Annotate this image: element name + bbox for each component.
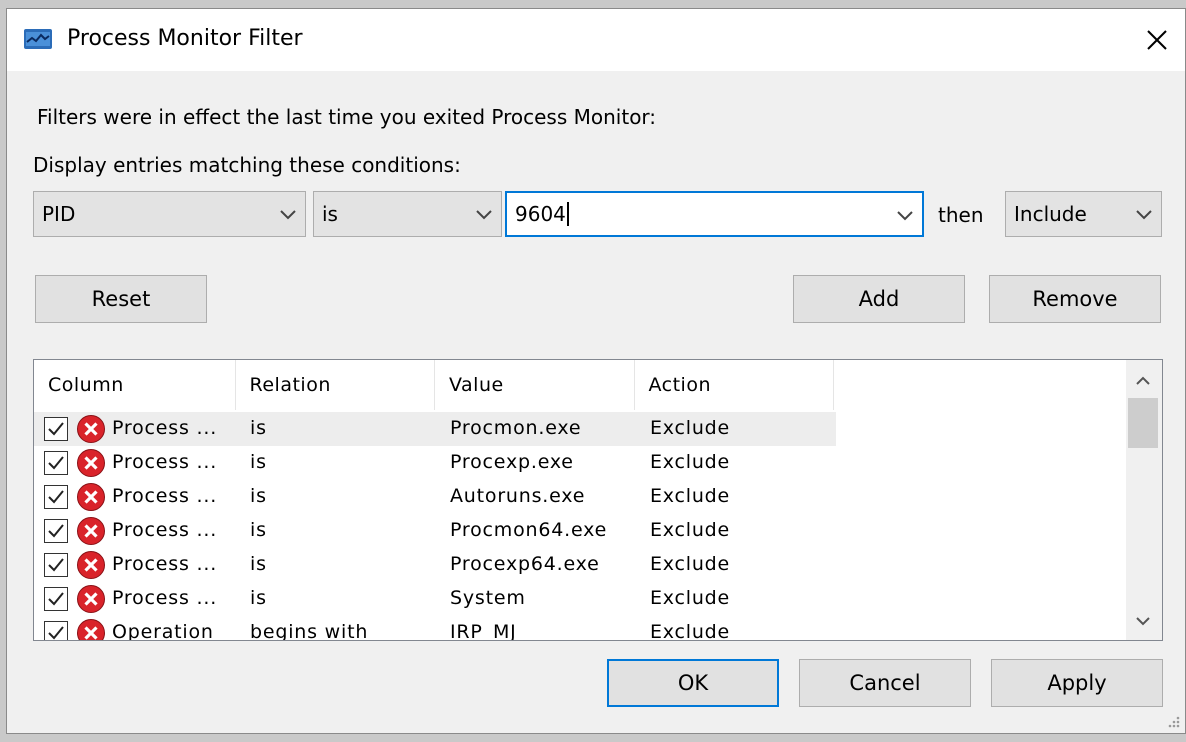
close-icon xyxy=(1147,30,1167,50)
exclude-x-icon xyxy=(77,449,105,477)
cell-value: Procmon64.exe xyxy=(450,519,608,541)
filter-rows: Process ... is Procmon.exe Exclude Process .… xyxy=(34,412,1126,641)
cell-action: Exclude xyxy=(650,451,731,473)
cell-relation: begins with xyxy=(250,621,369,641)
cell-action: Exclude xyxy=(650,621,731,641)
row-checkbox[interactable] xyxy=(44,587,68,611)
process-monitor-icon xyxy=(24,29,52,49)
filter-dialog: Process Monitor Filter Filters were in e… xyxy=(6,8,1186,734)
exclude-x-icon xyxy=(77,415,105,443)
value-combo[interactable]: 9604 xyxy=(505,191,924,237)
checkmark-icon xyxy=(48,626,64,640)
cell-action: Exclude xyxy=(650,587,731,609)
cell-column: Process ... xyxy=(112,587,218,609)
apply-button[interactable]: Apply xyxy=(991,659,1163,707)
checkmark-icon xyxy=(48,490,64,504)
cell-column: Process ... xyxy=(112,519,218,541)
column-select[interactable]: PID xyxy=(33,191,306,237)
action-select[interactable]: Include xyxy=(1005,191,1162,237)
cancel-button[interactable]: Cancel xyxy=(799,659,971,707)
table-row[interactable]: Process ... is System Exclude xyxy=(34,582,1126,616)
chevron-down-icon xyxy=(476,210,492,220)
row-checkbox[interactable] xyxy=(44,485,68,509)
table-row[interactable]: Operation begins with IRP_MJ_ Exclude xyxy=(34,616,1126,641)
cell-action: Exclude xyxy=(650,485,731,507)
cell-column: Process ... xyxy=(112,451,218,473)
table-row[interactable]: Process ... is Procexp64.exe Exclude xyxy=(34,548,1126,582)
cell-value: IRP_MJ_ xyxy=(450,621,527,641)
cell-value: Procexp.exe xyxy=(450,451,574,473)
cell-value: Procmon.exe xyxy=(450,417,582,439)
exclude-x-icon xyxy=(77,517,105,545)
header-column[interactable]: Column xyxy=(34,360,236,410)
chevron-down-icon xyxy=(1136,210,1152,220)
cell-value: System xyxy=(450,587,526,609)
action-select-value: Include xyxy=(1014,202,1087,226)
column-select-value: PID xyxy=(42,202,76,226)
cell-relation: is xyxy=(250,485,267,507)
header-relation[interactable]: Relation xyxy=(236,360,435,410)
title-bar[interactable]: Process Monitor Filter xyxy=(7,9,1185,71)
cell-relation: is xyxy=(250,587,267,609)
exclude-x-icon xyxy=(77,483,105,511)
cell-value: Procexp64.exe xyxy=(450,553,600,575)
row-checkbox[interactable] xyxy=(44,519,68,543)
cell-column: Operation xyxy=(112,621,214,641)
then-label: then xyxy=(938,203,984,227)
relation-select[interactable]: is xyxy=(313,191,502,237)
reset-button[interactable]: Reset xyxy=(35,275,207,323)
scroll-thumb[interactable] xyxy=(1128,398,1158,448)
row-checkbox[interactable] xyxy=(44,451,68,475)
vertical-scrollbar[interactable] xyxy=(1126,360,1162,640)
scroll-down-icon[interactable] xyxy=(1132,610,1154,632)
checkmark-icon xyxy=(48,592,64,606)
value-input[interactable]: 9604 xyxy=(515,202,566,226)
cell-action: Exclude xyxy=(650,519,731,541)
cell-value: Autoruns.exe xyxy=(450,485,586,507)
text-caret xyxy=(566,202,569,226)
checkmark-icon xyxy=(48,422,64,436)
exclude-x-icon xyxy=(77,551,105,579)
checkmark-icon xyxy=(48,456,64,470)
exclude-x-icon xyxy=(77,619,105,640)
resize-grip-icon[interactable] xyxy=(1165,713,1181,729)
row-checkbox[interactable] xyxy=(44,553,68,577)
table-row[interactable]: Process ... is Procexp.exe Exclude xyxy=(34,446,1126,480)
close-button[interactable] xyxy=(1129,9,1185,71)
header-value[interactable]: Value xyxy=(435,360,635,410)
chevron-down-icon[interactable] xyxy=(896,206,914,224)
row-checkbox[interactable] xyxy=(44,417,68,441)
table-row[interactable]: Process ... is Autoruns.exe Exclude xyxy=(34,480,1126,514)
cell-action: Exclude xyxy=(650,417,731,439)
table-row[interactable]: Process ... is Procmon64.exe Exclude xyxy=(34,514,1126,548)
exclude-x-icon xyxy=(77,585,105,613)
cell-relation: is xyxy=(250,451,267,473)
row-checkbox[interactable] xyxy=(44,621,68,640)
cell-column: Process ... xyxy=(112,553,218,575)
remove-button[interactable]: Remove xyxy=(989,275,1161,323)
filter-list[interactable]: Column Relation Value Action Process ...… xyxy=(33,359,1163,641)
ok-button[interactable]: OK xyxy=(607,659,779,707)
chevron-down-icon xyxy=(280,210,296,220)
add-button[interactable]: Add xyxy=(793,275,965,323)
cell-column: Process ... xyxy=(112,485,218,507)
cell-relation: is xyxy=(250,519,267,541)
table-row[interactable]: Process ... is Procmon.exe Exclude xyxy=(34,412,1126,446)
checkmark-icon xyxy=(48,524,64,538)
cell-action: Exclude xyxy=(650,553,731,575)
conditions-label: Display entries matching these condition… xyxy=(33,153,461,177)
relation-select-value: is xyxy=(322,202,338,226)
header-action[interactable]: Action xyxy=(635,360,834,410)
scroll-up-icon[interactable] xyxy=(1132,370,1154,392)
list-header: Column Relation Value Action xyxy=(34,360,834,410)
cell-column: Process ... xyxy=(112,417,218,439)
checkmark-icon xyxy=(48,558,64,572)
cell-relation: is xyxy=(250,553,267,575)
window-title: Process Monitor Filter xyxy=(67,26,303,51)
info-text: Filters were in effect the last time you… xyxy=(37,105,657,129)
cell-relation: is xyxy=(250,417,267,439)
